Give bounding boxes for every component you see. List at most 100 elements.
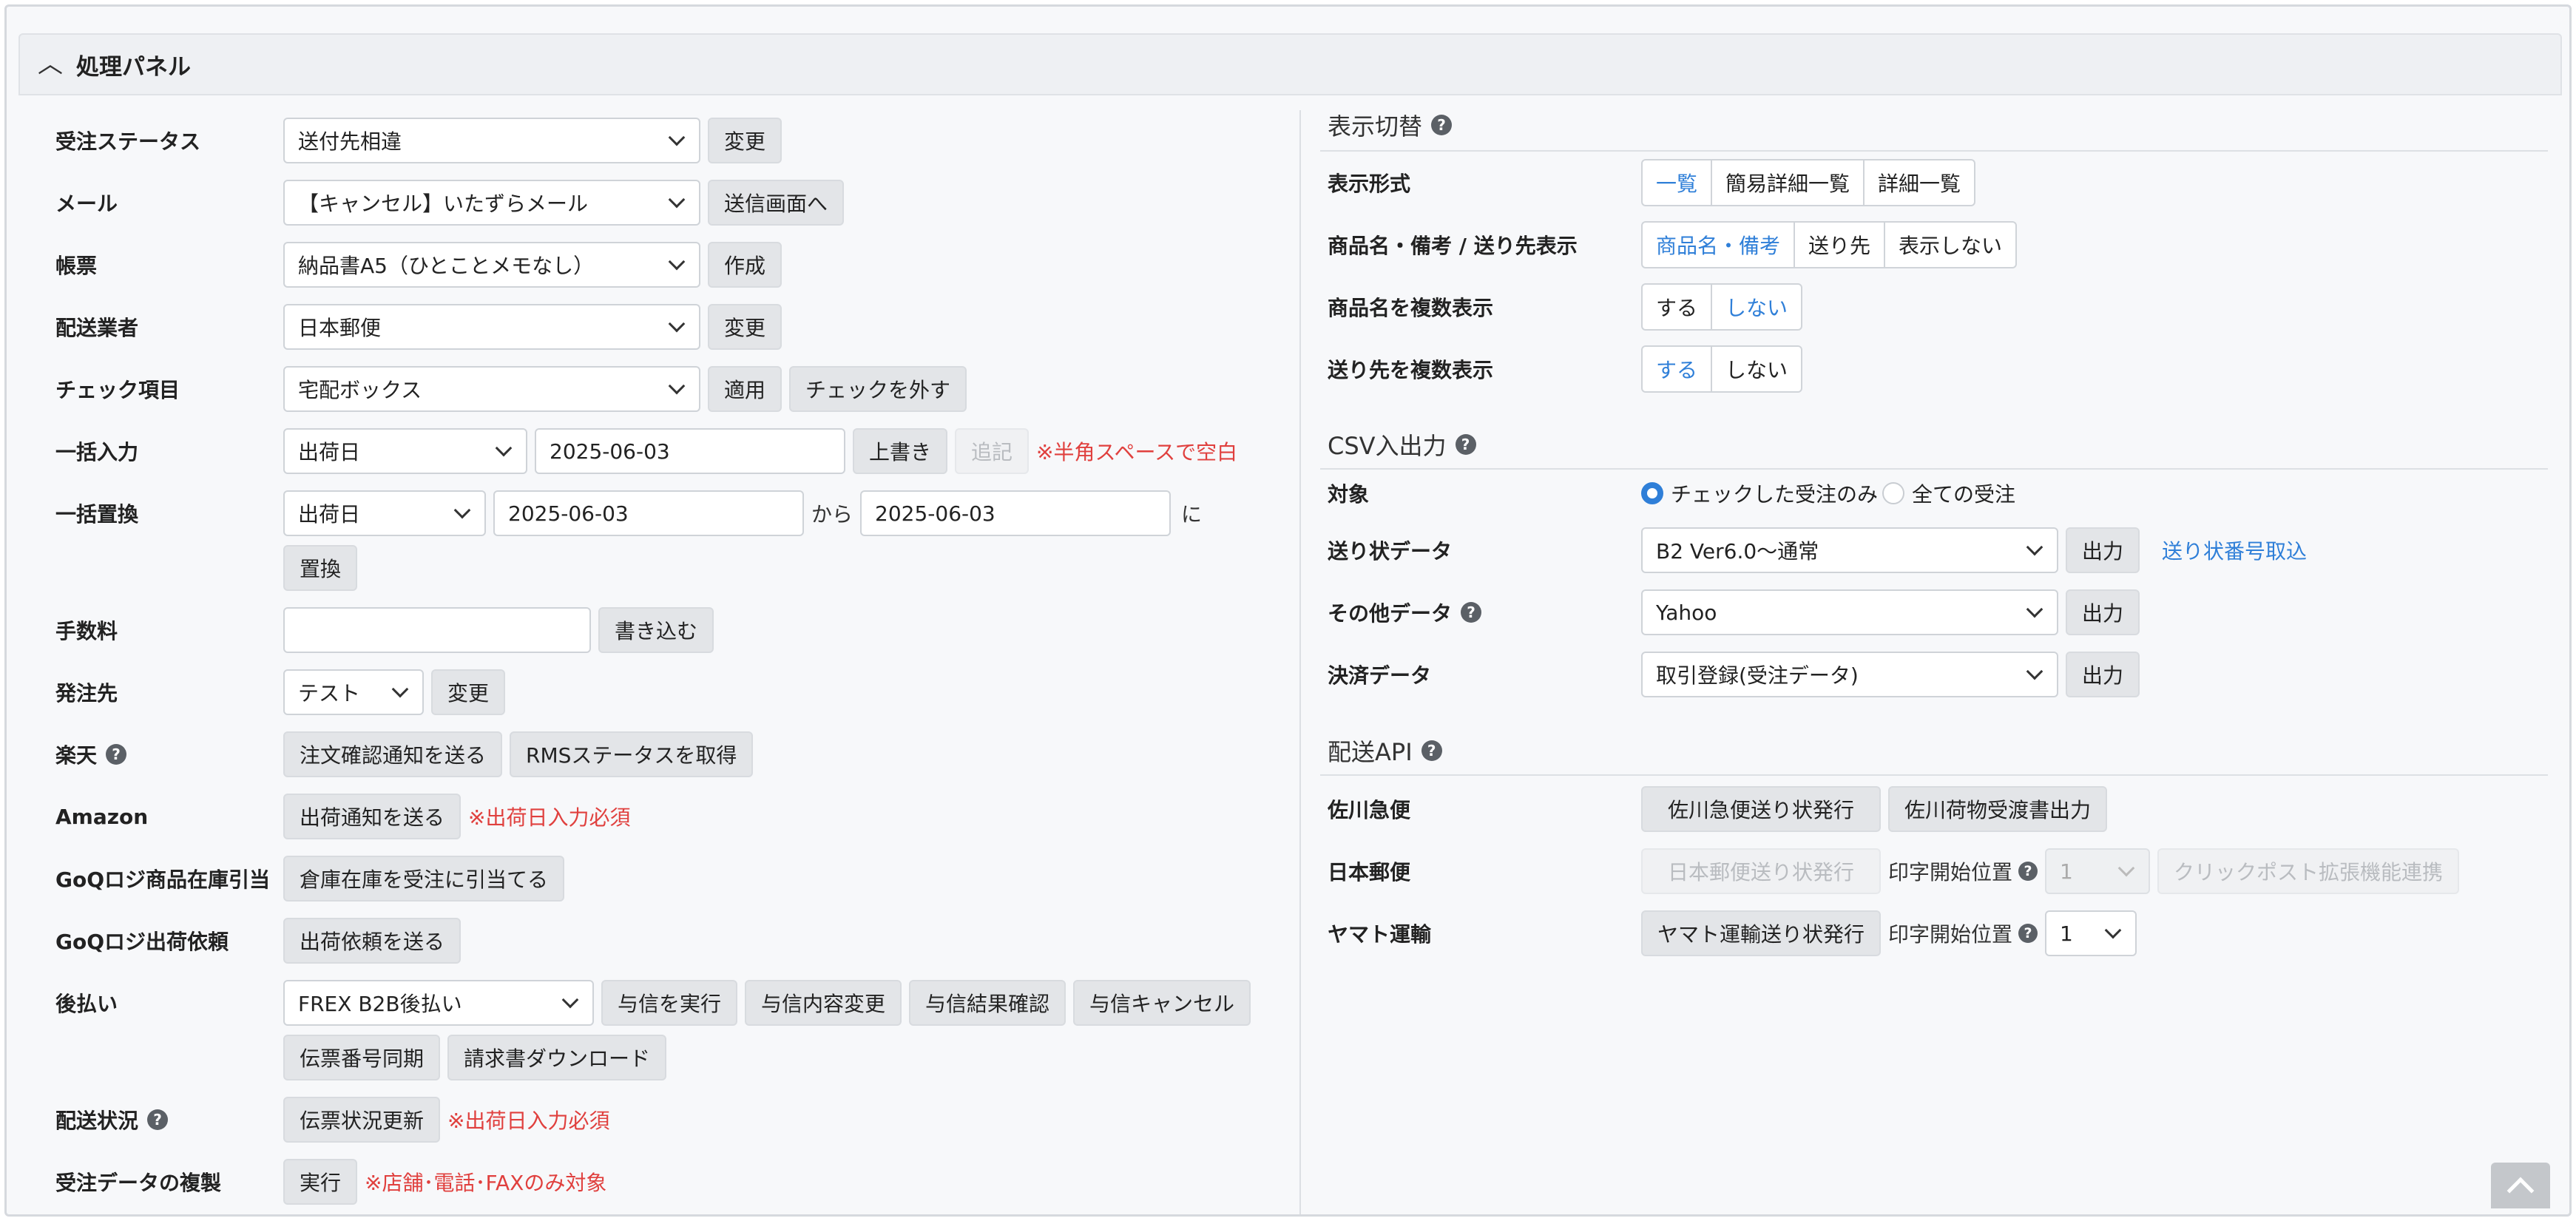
multi-product-toggle: する しない bbox=[1641, 283, 1803, 331]
multi-dest-toggle: する しない bbox=[1641, 345, 1803, 393]
clickpost-button[interactable]: クリックポスト拡張機能連携 bbox=[2157, 848, 2460, 894]
check-apply-button[interactable]: 適用 bbox=[708, 366, 782, 412]
mail-template-select[interactable]: 【キャンセル】いたずらメール bbox=[283, 180, 700, 226]
help-icon[interactable]: ? bbox=[1421, 740, 1442, 761]
chevron-down-icon bbox=[668, 315, 686, 333]
carrier-select[interactable]: 日本郵便 bbox=[283, 304, 700, 350]
radio-all-orders[interactable]: 全ての受注 bbox=[1882, 478, 2015, 508]
arrow-up-icon bbox=[2506, 1177, 2535, 1205]
rms-status-button[interactable]: RMSステータスを取得 bbox=[510, 731, 754, 777]
payment-output-button[interactable]: 出力 bbox=[2066, 652, 2140, 697]
form-select[interactable]: 納品書A5（ひとことメモなし） bbox=[283, 242, 700, 288]
japan-post-issue-button[interactable]: 日本郵便送り状発行 bbox=[1641, 848, 1882, 894]
credit-execute-button[interactable]: 与信を実行 bbox=[601, 980, 738, 1026]
check-item-select[interactable]: 宅配ボックス bbox=[283, 366, 700, 412]
help-icon[interactable]: ? bbox=[106, 744, 127, 765]
mail-send-screen-button[interactable]: 送信画面へ bbox=[708, 180, 845, 226]
japan-post-position-select[interactable]: 1 bbox=[2045, 848, 2151, 894]
fee-write-button[interactable]: 書き込む bbox=[598, 607, 714, 653]
payment-data-select[interactable]: 取引登録(受注データ) bbox=[1641, 652, 2058, 697]
amazon-note: ※出荷日入力必須 bbox=[468, 805, 631, 830]
multi-dest-no[interactable]: しない bbox=[1711, 347, 1801, 391]
from-text: から bbox=[811, 502, 853, 527]
help-icon[interactable]: ? bbox=[1431, 115, 1453, 135]
help-icon[interactable]: ? bbox=[2018, 862, 2038, 881]
help-icon[interactable]: ? bbox=[2018, 924, 2038, 943]
multi-product-label: 商品名を複数表示 bbox=[1328, 296, 1494, 320]
other-output-button[interactable]: 出力 bbox=[2066, 589, 2140, 635]
invoice-download-button[interactable]: 請求書ダウンロード bbox=[447, 1035, 667, 1080]
product-display-product[interactable]: 商品名・備考 bbox=[1643, 223, 1794, 267]
credit-result-button[interactable]: 与信結果確認 bbox=[909, 980, 1066, 1026]
section-divider bbox=[1320, 774, 2548, 776]
help-icon[interactable]: ? bbox=[1455, 434, 1476, 455]
duplicate-execute-button[interactable]: 実行 bbox=[283, 1159, 358, 1205]
chevron-down-icon bbox=[453, 501, 471, 519]
sagawa-receipt-button[interactable]: 佐川荷物受渡書出力 bbox=[1888, 786, 2108, 832]
multi-product-yes[interactable]: する bbox=[1643, 285, 1711, 329]
form-create-button[interactable]: 作成 bbox=[708, 242, 782, 288]
payment-data-label: 決済データ bbox=[1328, 663, 1432, 688]
chevron-down-icon bbox=[2026, 663, 2043, 680]
yamato-position-label: 印字開始位置 bbox=[1888, 922, 2013, 947]
replace-from-date-field[interactable]: 2025-06-03 bbox=[493, 490, 804, 536]
scroll-to-top-button[interactable] bbox=[2491, 1163, 2550, 1208]
help-icon[interactable]: ? bbox=[147, 1109, 169, 1130]
slip-sync-button[interactable]: 伝票番号同期 bbox=[283, 1035, 441, 1080]
uncheck-button[interactable]: チェックを外す bbox=[789, 366, 967, 412]
goq-stock-label: GoQロジ商品在庫引当 bbox=[55, 867, 271, 892]
multi-product-no[interactable]: しない bbox=[1711, 285, 1801, 329]
deferred-payment-label: 後払い bbox=[55, 992, 118, 1016]
credit-change-button[interactable]: 与信内容変更 bbox=[745, 980, 902, 1026]
section-divider bbox=[1320, 468, 2548, 470]
slip-status-update-button[interactable]: 伝票状況更新 bbox=[283, 1097, 441, 1143]
panel-header[interactable]: ︿ 処理パネル bbox=[18, 33, 2562, 95]
rakuten-label: 楽天 bbox=[55, 743, 98, 768]
replace-to-date-field[interactable]: 2025-06-03 bbox=[860, 490, 1172, 536]
display-format-list[interactable]: 一覧 bbox=[1643, 160, 1711, 205]
order-status-label: 受注ステータス bbox=[55, 129, 201, 154]
rakuten-order-confirm-button[interactable]: 注文確認通知を送る bbox=[283, 731, 503, 777]
chevron-down-icon bbox=[2117, 859, 2135, 877]
order-status-change-button[interactable]: 変更 bbox=[708, 118, 782, 163]
import-tracking-link[interactable]: 送り状番号取込 bbox=[2162, 535, 2307, 565]
carrier-change-button[interactable]: 変更 bbox=[708, 304, 782, 350]
overwrite-button[interactable]: 上書き bbox=[853, 428, 948, 474]
mail-label: メール bbox=[55, 192, 118, 216]
display-format-detail[interactable]: 詳細一覧 bbox=[1863, 160, 1974, 205]
yamato-issue-button[interactable]: ヤマト運輸送り状発行 bbox=[1641, 910, 1882, 956]
display-format-label: 表示形式 bbox=[1328, 172, 1411, 196]
panel-title: 処理パネル bbox=[76, 53, 191, 81]
credit-cancel-button[interactable]: 与信キャンセル bbox=[1073, 980, 1251, 1026]
append-button[interactable]: 追記 bbox=[955, 428, 1030, 474]
goq-ship-request-button[interactable]: 出荷依頼を送る bbox=[283, 918, 462, 964]
display-format-simple[interactable]: 簡易詳細一覧 bbox=[1711, 160, 1863, 205]
processing-panel: ︿ 処理パネル 受注ステータス 送付先相違 変更 メール 【キャンセル】いたずら… bbox=[4, 4, 2572, 1217]
shipping-data-select[interactable]: B2 Ver6.0～通常 bbox=[1641, 527, 2058, 573]
chevron-down-icon bbox=[668, 191, 686, 209]
replace-button[interactable]: 置換 bbox=[283, 545, 358, 591]
bulk-input-field-select[interactable]: 出荷日 bbox=[283, 428, 527, 474]
product-display-none[interactable]: 表示しない bbox=[1884, 223, 2015, 267]
sagawa-issue-button[interactable]: 佐川急便送り状発行 bbox=[1641, 786, 1882, 832]
yamato-position-select[interactable]: 1 bbox=[2045, 910, 2137, 956]
supplier-select[interactable]: テスト bbox=[283, 669, 424, 715]
fee-input[interactable] bbox=[283, 607, 591, 653]
amazon-ship-notify-button[interactable]: 出荷通知を送る bbox=[283, 794, 462, 839]
chevron-down-icon bbox=[668, 129, 686, 146]
order-status-select[interactable]: 送付先相違 bbox=[283, 118, 700, 163]
bulk-replace-field-select[interactable]: 出荷日 bbox=[283, 490, 486, 536]
shipping-output-button[interactable]: 出力 bbox=[2066, 527, 2140, 573]
deferred-payment-select[interactable]: FREX B2B後払い bbox=[283, 980, 594, 1026]
radio-checked-only[interactable]: チェックした受注のみ bbox=[1641, 478, 1878, 508]
goq-ship-label: GoQロジ出荷依頼 bbox=[55, 930, 229, 954]
supplier-change-button[interactable]: 変更 bbox=[431, 669, 506, 715]
bulk-input-date-field[interactable]: 2025-06-03 bbox=[535, 428, 845, 474]
help-icon[interactable]: ? bbox=[1461, 602, 1482, 623]
chevron-up-icon[interactable]: ︿ bbox=[38, 52, 63, 77]
product-display-dest[interactable]: 送り先 bbox=[1794, 223, 1884, 267]
other-data-select[interactable]: Yahoo bbox=[1641, 589, 2058, 635]
chevron-down-icon bbox=[2026, 601, 2043, 618]
goq-stock-allocate-button[interactable]: 倉庫在庫を受注に引当てる bbox=[283, 856, 565, 902]
multi-dest-yes[interactable]: する bbox=[1643, 347, 1711, 391]
